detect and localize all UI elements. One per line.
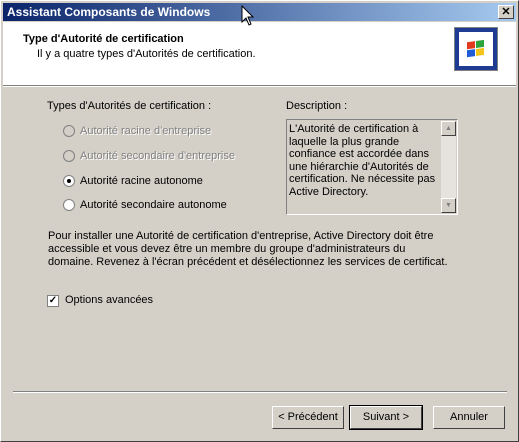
option-enterprise-subordinate-label: Autorité secondaire d'entreprise bbox=[80, 150, 235, 162]
close-button[interactable]: ✕ bbox=[498, 5, 514, 19]
radio-enterprise-root[interactable] bbox=[63, 125, 75, 137]
advanced-options-label[interactable]: Options avancées bbox=[65, 294, 153, 306]
back-button[interactable]: < Précédent bbox=[272, 406, 344, 429]
radio-standalone-root[interactable] bbox=[63, 175, 75, 187]
next-button[interactable]: Suivant > bbox=[349, 405, 423, 430]
option-standalone-subordinate-label[interactable]: Autorité secondaire autonome bbox=[80, 199, 227, 211]
description-text: L'Autorité de certification à laquelle l… bbox=[289, 123, 436, 198]
radio-enterprise-subordinate[interactable] bbox=[63, 150, 75, 162]
advanced-options-checkbox[interactable]: ✓ bbox=[47, 295, 59, 307]
scroll-up-icon[interactable]: ▲ bbox=[441, 121, 456, 136]
header-divider bbox=[3, 85, 516, 87]
info-text: Pour installer une Autorité de certifica… bbox=[48, 230, 448, 269]
option-standalone-root-label[interactable]: Autorité racine autonome bbox=[80, 175, 203, 187]
ca-types-label: Types d'Autorités de certification : bbox=[47, 100, 212, 112]
wizard-header: Type d'Autorité de certification Il y a … bbox=[3, 22, 516, 85]
page-subtitle: Il y a quatre types d'Autorités de certi… bbox=[37, 48, 256, 60]
windows-logo-icon bbox=[454, 27, 498, 71]
radio-standalone-subordinate[interactable] bbox=[63, 199, 75, 211]
window-title: Assistant Composants de Windows bbox=[7, 5, 211, 19]
title-bar[interactable]: Assistant Composants de Windows ✕ bbox=[3, 3, 516, 21]
page-title: Type d'Autorité de certification bbox=[23, 33, 184, 45]
wizard-window: Assistant Composants de Windows ✕ Type d… bbox=[0, 0, 519, 442]
description-textbox[interactable]: L'Autorité de certification à laquelle l… bbox=[286, 119, 458, 215]
footer-divider bbox=[13, 391, 507, 393]
option-enterprise-root-label: Autorité racine d'entreprise bbox=[80, 125, 212, 137]
cancel-button[interactable]: Annuler bbox=[433, 406, 505, 429]
scroll-down-icon[interactable]: ▼ bbox=[441, 198, 456, 213]
description-scrollbar[interactable]: ▲ ▼ bbox=[441, 121, 456, 213]
description-label: Description : bbox=[286, 100, 348, 112]
mouse-pointer-icon bbox=[241, 5, 255, 26]
